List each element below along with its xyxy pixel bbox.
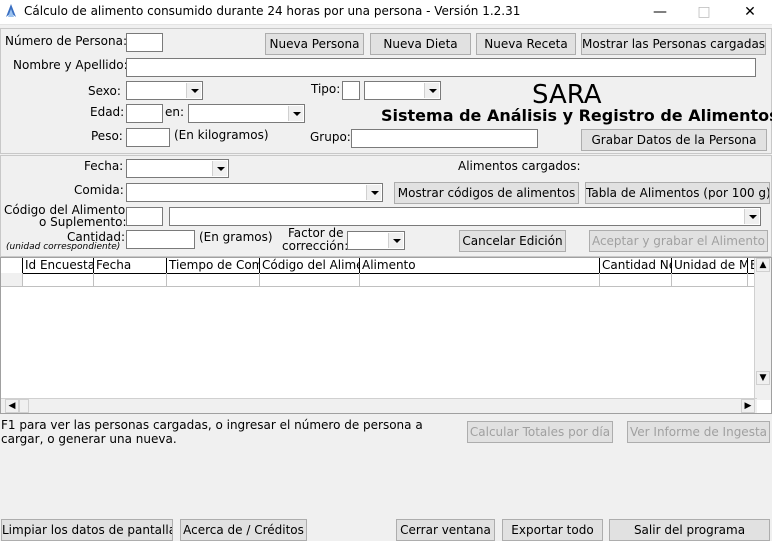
nueva-receta-button[interactable]: Nueva Receta: [476, 33, 576, 55]
table-cell[interactable]: [600, 273, 672, 287]
grabar-persona-button[interactable]: Grabar Datos de la Persona: [581, 129, 767, 151]
window-title: Cálculo de alimento consumido durante 24…: [24, 4, 521, 18]
scroll-left-icon[interactable]: ◀: [5, 399, 19, 413]
minimize-icon[interactable]: —: [645, 2, 675, 22]
alimentos-cargados-label: Alimentos cargados:: [458, 159, 581, 173]
salir-programa-button[interactable]: Salir del programa: [609, 519, 770, 541]
cancelar-edicion-button[interactable]: Cancelar Edición: [459, 230, 566, 252]
cerrar-ventana-button[interactable]: Cerrar ventana: [396, 519, 495, 541]
cantidad-sub-label: (unidad correspondiente): [6, 242, 121, 252]
comida-select[interactable]: [126, 183, 383, 202]
scroll-up-icon[interactable]: ▲: [756, 258, 770, 272]
alimento-select[interactable]: [169, 207, 761, 226]
mostrar-personas-button[interactable]: Mostrar las Personas cargadas: [581, 33, 766, 55]
peso-unit-label: (En kilogramos): [174, 128, 269, 142]
nueva-persona-button[interactable]: Nueva Persona: [265, 33, 364, 55]
cantidad-input[interactable]: [126, 230, 195, 249]
ver-informe-button[interactable]: Ver Informe de Ingesta: [627, 421, 770, 443]
tabla-alimentos-button[interactable]: Tabla de Alimentos (por 100 g): [585, 182, 770, 204]
sexo-select[interactable]: [126, 81, 203, 100]
tipo-select[interactable]: [364, 81, 441, 100]
limpiar-datos-button[interactable]: Limpiar los datos de pantalla: [1, 519, 173, 541]
table-cell[interactable]: [94, 273, 167, 287]
column-header[interactable]: Unidad de M: [672, 258, 748, 273]
edad-unidad-select[interactable]: [188, 104, 305, 123]
alimentos-grid[interactable]: Id Encuesta Fecha Tiempo de Com Código d…: [0, 257, 772, 414]
column-header[interactable]: Código del Alime: [260, 258, 360, 273]
chevron-down-icon[interactable]: [288, 106, 303, 121]
nombre-input[interactable]: [126, 58, 756, 77]
nombre-label: Nombre y Apellido:: [13, 58, 128, 72]
codigo-alimento-input[interactable]: [126, 207, 163, 226]
tipo-code-input[interactable]: [342, 81, 360, 100]
en-label: en:: [165, 105, 185, 119]
exportar-todo-button[interactable]: Exportar todo: [502, 519, 603, 541]
vertical-scrollbar[interactable]: ▲ ▼: [754, 258, 771, 400]
app-brand-subtitle: Sistema de Análisis y Registro de Alimen…: [381, 106, 772, 125]
table-cell[interactable]: [23, 273, 94, 287]
peso-input[interactable]: [126, 128, 170, 147]
fecha-label: Fecha:: [84, 159, 124, 173]
scroll-thumb[interactable]: [19, 399, 29, 413]
factor-label-line2: corrección:: [282, 239, 349, 253]
chevron-down-icon[interactable]: [186, 83, 201, 98]
row-selector-header: [1, 258, 23, 273]
column-header[interactable]: Tiempo de Com: [167, 258, 260, 273]
table-cell[interactable]: [672, 273, 748, 287]
peso-label: Peso:: [91, 129, 123, 143]
factor-label-line1: Factor de: [288, 226, 344, 240]
row-selector[interactable]: [1, 273, 23, 287]
comida-label: Comida:: [74, 183, 124, 197]
edad-input[interactable]: [126, 104, 163, 123]
chevron-down-icon[interactable]: [366, 185, 381, 200]
title-bar: Cálculo de alimento consumido durante 24…: [0, 0, 772, 25]
edad-label: Edad:: [90, 105, 125, 119]
column-header[interactable]: Id Encuesta: [23, 258, 94, 273]
fecha-select[interactable]: [126, 159, 229, 178]
maximize-icon[interactable]: □: [689, 2, 719, 22]
chevron-down-icon[interactable]: [744, 209, 759, 224]
grupo-input[interactable]: [351, 129, 538, 148]
factor-correccion-select[interactable]: [347, 231, 405, 250]
grupo-label: Grupo:: [310, 130, 351, 144]
close-icon[interactable]: ✕: [735, 2, 765, 22]
horizontal-scrollbar[interactable]: ◀ ▶: [1, 398, 757, 413]
numero-persona-label: Número de Persona:: [5, 34, 128, 48]
cantidad-unit-label: (En gramos): [199, 230, 273, 244]
codigo-label-line2: o Suplemento:: [39, 215, 127, 229]
sexo-label: Sexo:: [88, 84, 121, 98]
table-cell[interactable]: [360, 273, 600, 287]
column-header[interactable]: Alimento: [360, 258, 600, 273]
column-header[interactable]: Cantidad Ne: [600, 258, 672, 273]
chevron-down-icon[interactable]: [388, 233, 403, 248]
nueva-dieta-button[interactable]: Nueva Dieta: [370, 33, 471, 55]
aceptar-grabar-button[interactable]: Aceptar y grabar el Alimento: [589, 230, 768, 252]
app-icon: [6, 4, 16, 17]
column-header[interactable]: Fecha: [94, 258, 167, 273]
tipo-label: Tipo:: [311, 82, 341, 96]
status-message: F1 para ver las personas cargadas, o ing…: [1, 418, 423, 446]
numero-persona-input[interactable]: [126, 33, 163, 52]
chevron-down-icon[interactable]: [424, 83, 439, 98]
acerca-creditos-button[interactable]: Acerca de / Créditos: [180, 519, 307, 541]
scroll-down-icon[interactable]: ▼: [756, 371, 770, 385]
table-cell[interactable]: [260, 273, 360, 287]
table-cell[interactable]: [167, 273, 260, 287]
mostrar-codigos-button[interactable]: Mostrar códigos de alimentos: [394, 182, 579, 204]
scroll-right-icon[interactable]: ▶: [741, 399, 755, 413]
chevron-down-icon[interactable]: [212, 161, 227, 176]
grid-header: Id Encuesta Fecha Tiempo de Com Código d…: [1, 258, 757, 274]
calcular-totales-button[interactable]: Calcular Totales por día: [467, 421, 613, 443]
